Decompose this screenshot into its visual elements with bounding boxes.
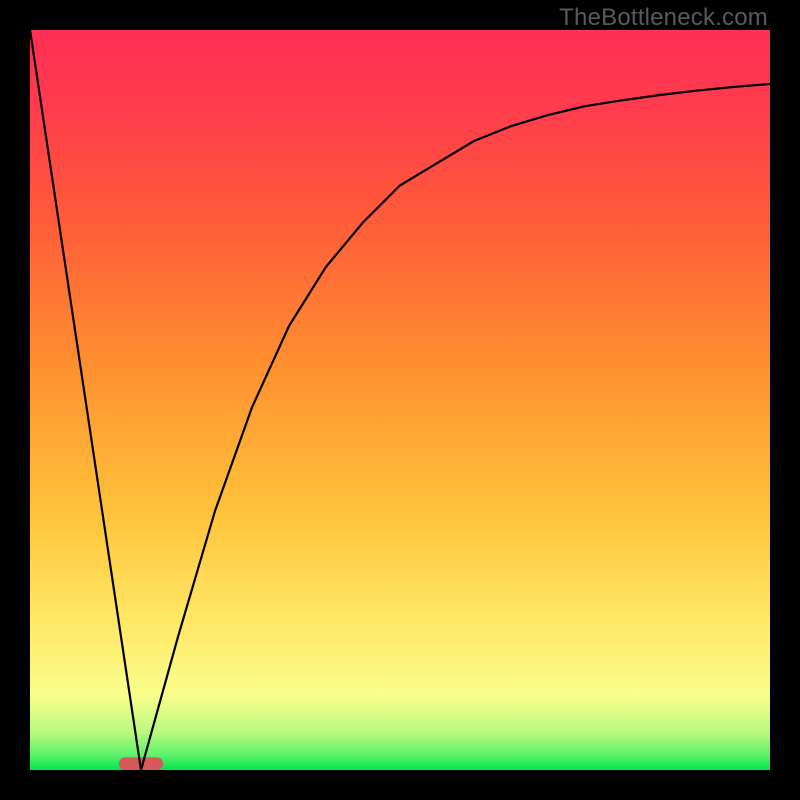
gradient-background (30, 30, 770, 770)
watermark-label: TheBottleneck.com (559, 4, 768, 32)
chart-frame: TheBottleneck.com (0, 0, 800, 800)
chart-svg (30, 30, 770, 770)
plot-area (30, 30, 770, 770)
